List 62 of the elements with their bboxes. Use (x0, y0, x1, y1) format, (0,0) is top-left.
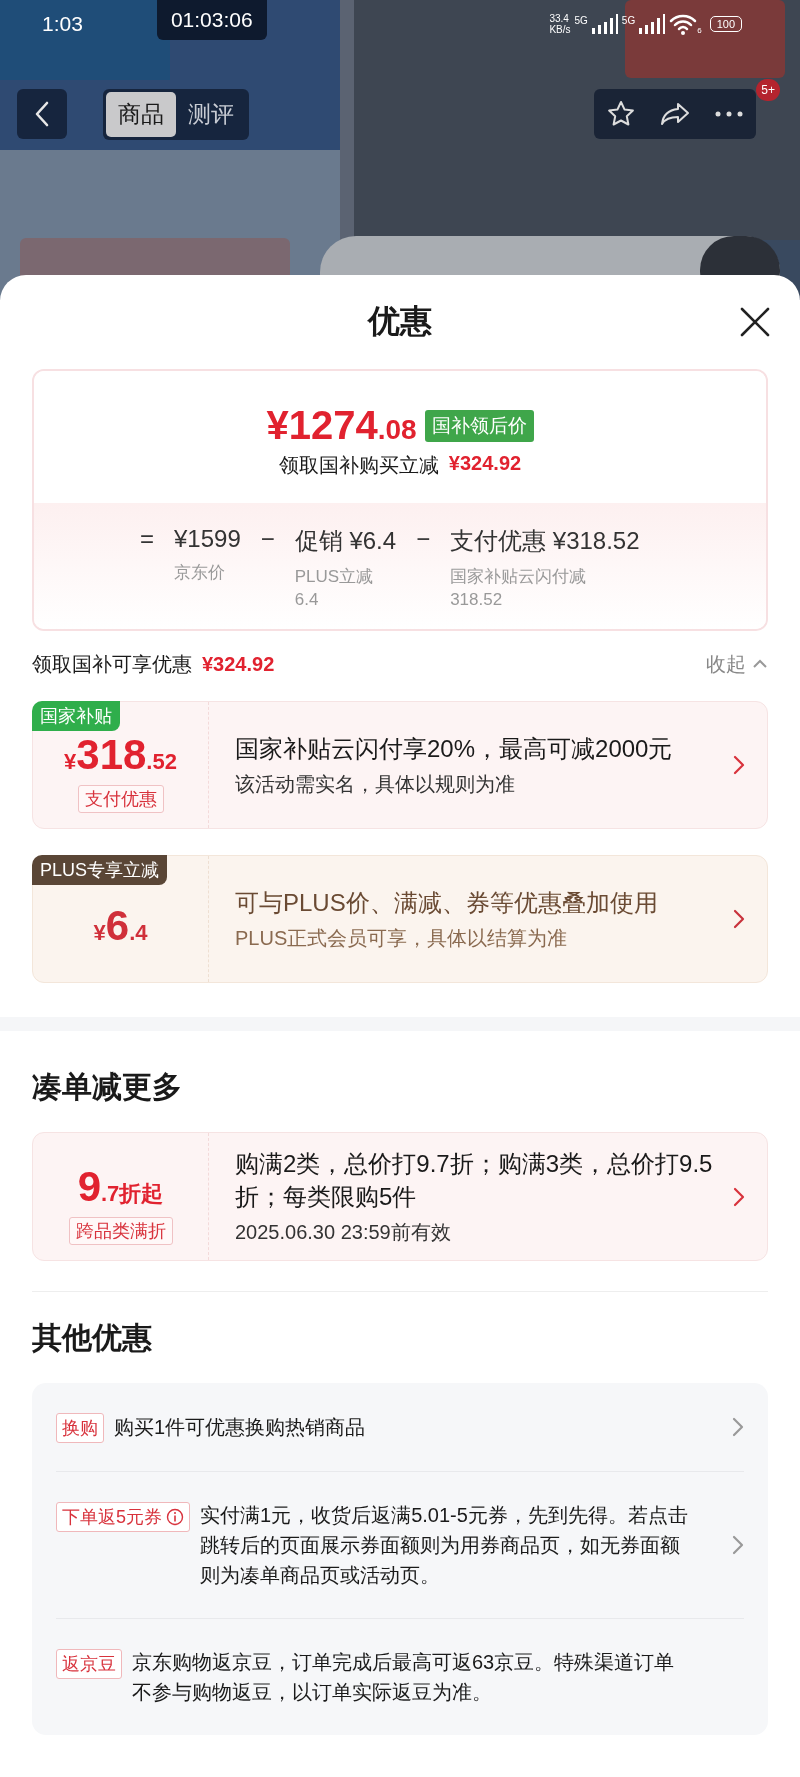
discount-amount: 9.7折起 (77, 1162, 164, 1211)
sheet-title: 优惠 (368, 302, 432, 341)
subtitle-amount: ¥324.92 (448, 452, 522, 476)
back-button[interactable] (17, 89, 67, 139)
discount-label: 领取国补可享优惠 (32, 651, 192, 677)
coupon-card[interactable]: 9.7折起 跨品类满折 购满2类，总价打9.7折；购满3类，总价打9.5折；每类限购5件 2025.06.30 23:59前有效 (32, 1132, 768, 1261)
discount-amount: ¥6.4 (93, 902, 148, 950)
wifi-number: 6 (697, 26, 702, 35)
chevron-right-icon (733, 1186, 745, 1207)
breakdown-note: 国家补贴云闪付减 318.52 (450, 566, 588, 611)
battery-indicator: 100 (709, 16, 742, 32)
corner-tag: PLUS专享立减 (32, 855, 168, 885)
network-type: 5G (621, 15, 636, 26)
clock-time: 1:03 (42, 12, 83, 36)
share-icon (659, 101, 691, 127)
coupon-card[interactable]: 国家补贴 ¥318.52 支付优惠 国家补贴云闪付享20%，最高可减2000元 该活动需实名，具体以规则为准 (32, 701, 768, 829)
offer-text: 实付满1元，收货后返满5.01-5元券，先到先得。若点击跳转后的页面展示券面额则为用券商品页，如无券面额则为凑单商品页或活动页。 (200, 1503, 689, 1588)
discount-amount: ¥318.52 (64, 731, 177, 779)
offer-tag: 下单返5元券 (56, 1502, 190, 1532)
coupon-type-tag: 跨品类满折 (68, 1216, 173, 1245)
operator-sign: = (139, 525, 155, 554)
tab[interactable]: 商品 (106, 91, 176, 137)
breakdown-value: ¥1599 (174, 525, 241, 553)
wifi-icon (669, 13, 698, 35)
network-speed: 33.4 KB/s (549, 13, 571, 35)
breakdown-value: 促销 ¥6.4 (294, 526, 397, 556)
offer-tag: 返京豆 (56, 1649, 122, 1679)
recording-timer: 01:03:06 (156, 0, 267, 40)
coupon-title: 可与PLUS价、满减、券等优惠叠加使用 (235, 888, 659, 918)
operator-sign: − (415, 525, 432, 554)
close-icon (740, 307, 770, 337)
discount-total: ¥324.92 (202, 652, 275, 676)
chevron-right-icon (733, 755, 745, 775)
price-tag: 国补领后价 (424, 409, 534, 442)
section-title: 凑单减更多 (31, 1069, 183, 1105)
coupon-title: 国家补贴云闪付享20%，最高可减2000元 (235, 734, 674, 764)
signal-icon (591, 14, 618, 34)
section-title: 其他优惠 (31, 1320, 153, 1356)
offer-text: 购买1件可优惠换购热销商品 (114, 1415, 367, 1440)
coupon-description: 2025.06.30 23:59前有效 (235, 1220, 452, 1245)
final-price: ¥1274.08 (266, 403, 417, 448)
chevron-right-icon (733, 909, 745, 929)
more-icon (715, 111, 743, 117)
breakdown-value: 支付优惠 ¥318.52 (450, 526, 640, 556)
coupon-title: 购满2类，总价打9.7折；购满3类，总价打9.5折；每类限购5件 (235, 1149, 714, 1212)
coupon-description: 该活动需实名，具体以规则为准 (235, 772, 516, 797)
signal-icon (639, 14, 666, 34)
offer-tag: 换购 (56, 1413, 104, 1443)
tab[interactable]: 测评 (176, 91, 246, 137)
coupon-description: PLUS正式会员可享，具体以结算为准 (235, 926, 569, 951)
coupon-type-tag: 支付优惠 (77, 785, 164, 813)
star-icon (606, 99, 636, 129)
price-subtitle: 领取国补购买立减 (278, 453, 439, 478)
network-type: 5G (574, 15, 588, 26)
collapse-toggle[interactable]: 收起 (706, 650, 768, 678)
chevron-left-icon (35, 101, 49, 127)
corner-tag: 国家补贴 (32, 701, 120, 731)
operator-sign: − (259, 525, 276, 554)
offer-text: 京东购物返京豆，订单完成后最高可返63京豆。特殊渠道订单不参与购物返豆，以订单实际返豆为准。 (132, 1650, 676, 1705)
breakdown-note: 京东价 (174, 562, 226, 584)
breakdown-note: PLUS立减 6.4 (294, 566, 375, 611)
coupon-card[interactable]: PLUS专享立减 ¥6.4 可与PLUS价、满减、券等优惠叠加使用 PLUS正式会员可享，具体以结算为准 (32, 855, 768, 983)
